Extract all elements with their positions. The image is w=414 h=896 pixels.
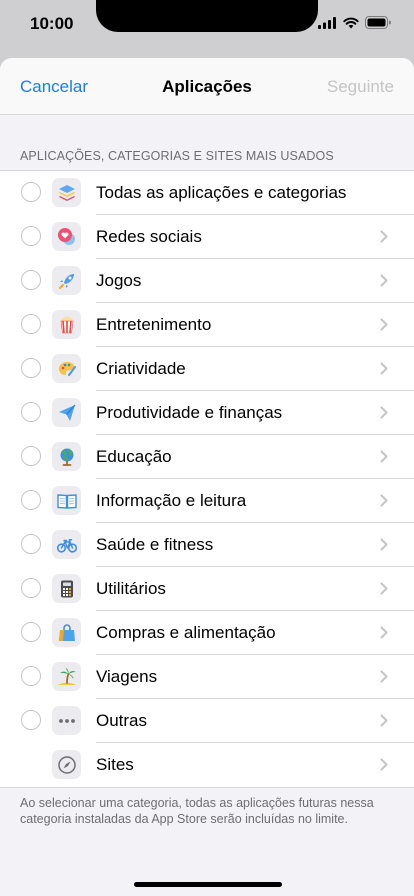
home-indicator[interactable] (134, 882, 282, 887)
wifi-icon (343, 17, 359, 28)
category-label: Saúde e fitness (96, 535, 214, 554)
radio-button[interactable] (21, 534, 41, 554)
status-bar: 10:00 (0, 0, 414, 50)
signal-icon (318, 16, 336, 29)
chevron-right-icon (380, 406, 388, 419)
category-row-games[interactable]: Jogos (0, 259, 414, 303)
category-label: Educação (96, 447, 172, 466)
chevron-right-icon (380, 758, 388, 771)
category-label: Informação e leitura (96, 491, 247, 510)
category-label: Criatividade (96, 359, 186, 378)
next-button[interactable]: Seguinte (327, 77, 394, 97)
radio-button[interactable] (21, 358, 41, 378)
device-notch (96, 0, 318, 32)
chevron-right-icon (380, 582, 388, 595)
book-icon (52, 486, 81, 515)
category-label: Outras (96, 711, 148, 730)
category-label: Compras e alimentação (96, 623, 276, 642)
globe-icon (52, 442, 81, 471)
category-list: Todas as aplicações e categorias Redes s… (0, 170, 414, 788)
category-row-entertainment[interactable]: Entretenimento (0, 303, 414, 347)
radio-button[interactable] (21, 226, 41, 246)
chevron-right-icon (380, 362, 388, 375)
palette-icon (52, 354, 81, 383)
rocket-icon (52, 266, 81, 295)
category-row-utilities[interactable]: Utilitários (0, 567, 414, 611)
category-row-health[interactable]: Saúde e fitness (0, 523, 414, 567)
category-label: Viagens (96, 667, 158, 686)
paper-plane-icon (52, 398, 81, 427)
radio-button[interactable] (21, 446, 41, 466)
chevron-right-icon (380, 274, 388, 287)
category-label: Redes sociais (96, 227, 202, 246)
status-icons (318, 16, 392, 29)
shopping-bag-icon (52, 618, 81, 647)
chevron-right-icon (380, 494, 388, 507)
ellipsis-icon (52, 706, 81, 735)
chevron-right-icon (380, 318, 388, 331)
palm-tree-icon (52, 662, 81, 691)
battery-icon (365, 16, 391, 29)
chevron-right-icon (380, 714, 388, 727)
category-label: Produtividade e finanças (96, 403, 283, 422)
section-header: APLICAÇÕES, CATEGORIAS E SITES MAIS USAD… (20, 149, 334, 163)
category-row-travel[interactable]: Viagens (0, 655, 414, 699)
radio-button[interactable] (21, 622, 41, 642)
radio-button[interactable] (21, 270, 41, 290)
radio-button[interactable] (21, 578, 41, 598)
compass-icon (52, 750, 81, 779)
calculator-icon (52, 574, 81, 603)
bicycle-icon (52, 530, 81, 559)
radio-button[interactable] (21, 666, 41, 686)
category-row-shopping[interactable]: Compras e alimentação (0, 611, 414, 655)
radio-button[interactable] (21, 182, 41, 202)
cancel-button[interactable]: Cancelar (20, 77, 88, 97)
category-label: Utilitários (96, 579, 166, 598)
category-row-reading[interactable]: Informação e leitura (0, 479, 414, 523)
navigation-bar: Cancelar Aplicações Seguinte (0, 58, 414, 115)
category-label: Todas as aplicações e categorias (96, 183, 347, 202)
category-row-productivity[interactable]: Produtividade e finanças (0, 391, 414, 435)
radio-button[interactable] (21, 490, 41, 510)
radio-button[interactable] (21, 710, 41, 730)
category-row-education[interactable]: Educação (0, 435, 414, 479)
chevron-right-icon (380, 230, 388, 243)
radio-button[interactable] (21, 314, 41, 334)
popcorn-icon (52, 310, 81, 339)
category-row-all[interactable]: Todas as aplicações e categorias (0, 171, 414, 215)
category-row-sites[interactable]: Sites (0, 743, 414, 787)
footer-note: Ao selecionar uma categoria, todas as ap… (20, 796, 374, 826)
category-row-social[interactable]: Redes sociais (0, 215, 414, 259)
chevron-right-icon (380, 450, 388, 463)
category-label: Sites (96, 755, 134, 774)
category-row-creativity[interactable]: Criatividade (0, 347, 414, 391)
apps-sheet: Cancelar Aplicações Seguinte APLICAÇÕES,… (0, 58, 414, 896)
radio-button[interactable] (21, 402, 41, 422)
category-label: Entretenimento (96, 315, 212, 334)
category-row-other[interactable]: Outras (0, 699, 414, 743)
chevron-right-icon (380, 538, 388, 551)
stack-icon (52, 178, 81, 207)
chevron-right-icon (380, 626, 388, 639)
category-label: Jogos (96, 271, 142, 290)
speech-bubble-heart-icon (52, 222, 81, 251)
status-time: 10:00 (30, 14, 74, 33)
chevron-right-icon (380, 670, 388, 683)
